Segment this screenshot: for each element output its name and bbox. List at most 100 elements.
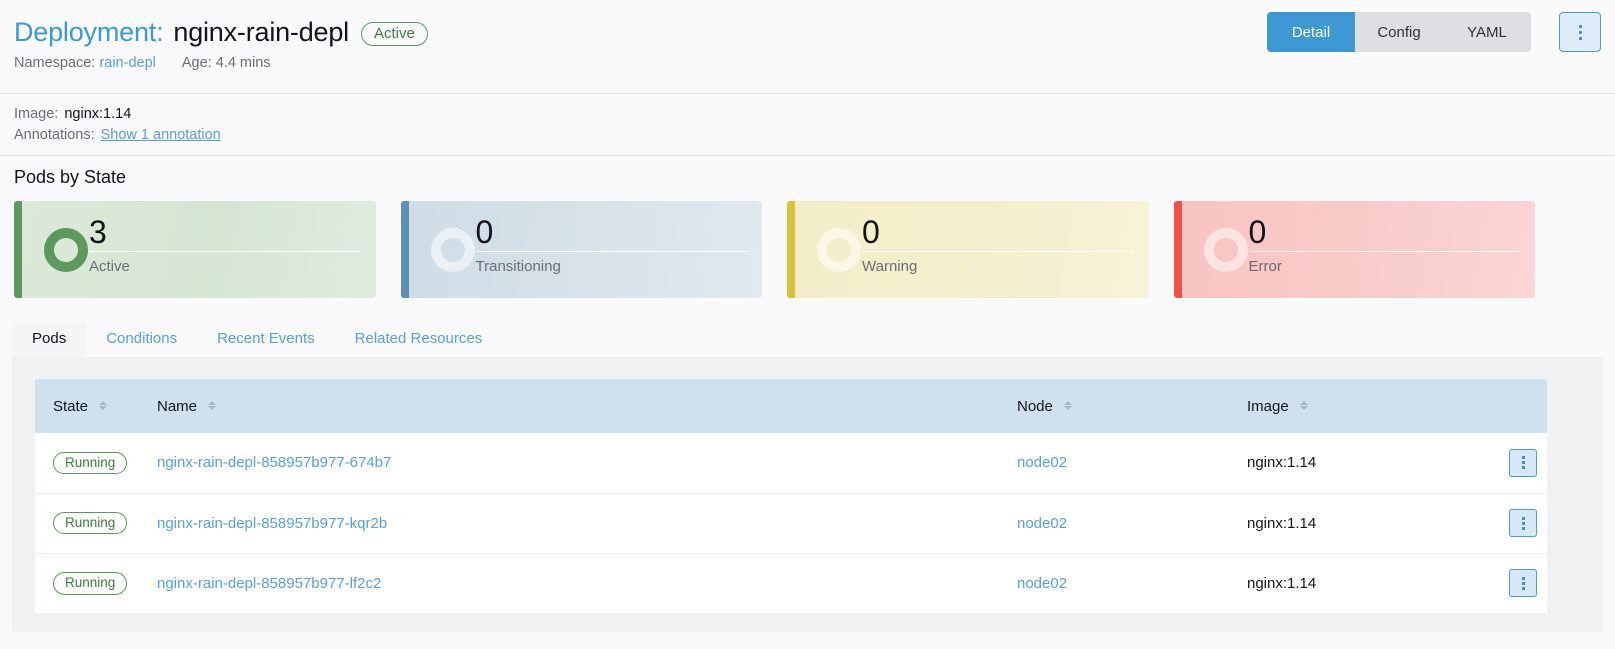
resource-meta: Namespace: rain-depl Age: 4.4 mins — [14, 55, 428, 71]
show-annotations-link[interactable]: Show 1 annotation — [101, 127, 221, 143]
pods-by-state-title: Pods by State — [14, 167, 127, 187]
status-badge: Running — [53, 511, 128, 535]
pods-table-body: Running nginx-rain-depl-858957b977-674b7… — [35, 433, 1547, 613]
cell-image: nginx:1.14 — [1247, 574, 1317, 592]
cell-name: nginx-rain-depl-858957b977-674b7 — [147, 433, 1007, 494]
column-header-image-label: Image — [1247, 397, 1289, 415]
pod-name-link[interactable]: nginx-rain-depl-858957b977-lf2c2 — [157, 575, 381, 592]
table-row[interactable]: Running nginx-rain-depl-858957b977-674b7… — [35, 433, 1547, 494]
state-card-body: 0 Warning — [862, 215, 1133, 275]
state-card-accent-bar — [400, 201, 409, 298]
status-ring-icon — [44, 227, 88, 272]
tab-pods[interactable]: Pods — [12, 321, 87, 357]
tab-recent-events[interactable]: Recent Events — [197, 321, 335, 357]
pod-name-link[interactable]: nginx-rain-depl-858957b977-kqr2b — [157, 515, 387, 532]
state-card-label: Transitioning — [475, 258, 561, 275]
cell-name: nginx-rain-depl-858957b977-kqr2b — [147, 493, 1007, 554]
page-masthead: Deployment: nginx-rain-depl Active Names… — [0, 0, 1615, 94]
kebab-dot — [1578, 36, 1582, 40]
pods-by-state-cards: 3 Active 0 Transitioning 0 Warning 0 Err… — [14, 201, 1535, 298]
cell-name: nginx-rain-depl-858957b977-lf2c2 — [147, 553, 1007, 613]
kebab-dot — [1578, 30, 1582, 34]
state-card-transitioning[interactable]: 0 Transitioning — [400, 201, 762, 298]
title-block: Deployment: nginx-rain-depl Active Names… — [14, 17, 428, 71]
cell-image: nginx:1.14 — [1237, 493, 1477, 554]
sort-chevron-icon[interactable] — [1299, 401, 1308, 411]
pods-table: State Name Node Image Running nginx-rain… — [35, 379, 1547, 613]
column-header-actions — [1477, 379, 1547, 433]
pod-name-link[interactable]: nginx-rain-depl-858957b977-674b7 — [157, 454, 391, 471]
state-card-divider — [1248, 251, 1519, 252]
pods-table-head: State Name Node Image — [35, 379, 1547, 433]
state-card-label: Warning — [862, 258, 918, 275]
column-header-node[interactable]: Node — [1007, 379, 1237, 433]
status-badge: Running — [53, 572, 128, 595]
state-card-accent-bar — [14, 201, 22, 298]
table-row[interactable]: Running nginx-rain-depl-858957b977-kqr2b… — [35, 493, 1547, 554]
resource-kind-label: Deployment: — [14, 17, 164, 47]
column-header-name-label: Name — [157, 397, 198, 415]
tab-panel-pods: State Name Node Image Running nginx-rain… — [12, 357, 1603, 632]
state-card-count: 0 — [862, 214, 880, 250]
column-header-node-label: Node — [1017, 397, 1053, 415]
deployment-detail-page: Deployment: nginx-rain-depl Active Names… — [0, 0, 1615, 649]
column-header-image[interactable]: Image — [1237, 379, 1477, 433]
kebab-menu-icon[interactable] — [1509, 448, 1537, 477]
column-header-state-label: State — [53, 397, 89, 415]
status-badge: Running — [53, 451, 128, 474]
resource-name: nginx-rain-depl — [173, 17, 349, 47]
state-card-body: 0 Error — [1248, 214, 1519, 275]
status-ring-icon — [817, 227, 861, 272]
state-card-label: Active — [89, 258, 130, 275]
node-link[interactable]: node02 — [1017, 454, 1067, 471]
cell-actions — [1477, 493, 1547, 554]
kebab-menu-icon[interactable] — [1509, 569, 1537, 598]
view-mode-switch[interactable]: Detail Config YAML — [1267, 12, 1531, 52]
cell-actions — [1477, 433, 1547, 494]
state-card-error[interactable]: 0 Error — [1173, 201, 1535, 298]
age-label: Age: — [181, 55, 212, 71]
state-card-active[interactable]: 3 Active — [14, 201, 376, 298]
status-badge: Active — [360, 21, 428, 46]
namespace-link[interactable]: rain-depl — [99, 55, 155, 71]
table-row[interactable]: Running nginx-rain-depl-858957b977-lf2c2… — [35, 553, 1547, 613]
state-card-accent-bar — [1173, 201, 1182, 298]
cell-node: node02 — [1007, 433, 1237, 494]
column-header-name[interactable]: Name — [147, 379, 1007, 433]
sort-chevron-icon[interactable] — [1064, 401, 1073, 411]
view-tab-config[interactable]: Config — [1355, 12, 1443, 52]
state-card-body: 3 Active — [89, 215, 360, 275]
column-header-state[interactable]: State — [35, 379, 147, 433]
state-card-warning[interactable]: 0 Warning — [787, 201, 1149, 298]
state-card-count: 3 — [89, 214, 107, 250]
node-link[interactable]: node02 — [1017, 575, 1067, 592]
detail-tabs[interactable]: Pods Conditions Recent Events Related Re… — [12, 321, 503, 357]
state-card-divider — [862, 251, 1133, 252]
state-card-count: 0 — [1248, 214, 1267, 250]
tab-conditions[interactable]: Conditions — [86, 321, 197, 357]
cell-actions — [1477, 553, 1547, 613]
annotations-info-row: Annotations: Show 1 annotation — [14, 125, 1601, 146]
node-link[interactable]: node02 — [1017, 515, 1067, 532]
sort-chevron-icon[interactable] — [208, 401, 217, 411]
image-info-row: Image: nginx:1.14 — [14, 104, 1601, 125]
namespace-meta: Namespace: rain-depl — [14, 55, 156, 71]
state-card-label: Error — [1248, 258, 1282, 275]
status-ring-icon — [1203, 227, 1248, 272]
tab-related-resources[interactable]: Related Resources — [335, 321, 503, 357]
kebab-dot — [1578, 24, 1582, 28]
pods-table-container: State Name Node Image Running nginx-rain… — [35, 379, 1547, 613]
page-title: Deployment: nginx-rain-depl Active — [14, 17, 428, 48]
cell-image: nginx:1.14 — [1237, 433, 1477, 494]
view-tab-yaml[interactable]: YAML — [1443, 12, 1531, 52]
view-tab-detail[interactable]: Detail — [1267, 12, 1355, 52]
kebab-menu-icon[interactable] — [1559, 12, 1601, 52]
status-ring-icon — [430, 227, 475, 272]
image-label: Image: — [14, 106, 59, 122]
cell-state: Running — [35, 433, 147, 494]
sort-chevron-icon[interactable] — [99, 401, 108, 411]
image-value: nginx:1.14 — [64, 106, 132, 122]
state-card-divider — [89, 251, 360, 252]
kebab-menu-icon[interactable] — [1509, 509, 1537, 537]
state-card-count: 0 — [475, 214, 494, 250]
